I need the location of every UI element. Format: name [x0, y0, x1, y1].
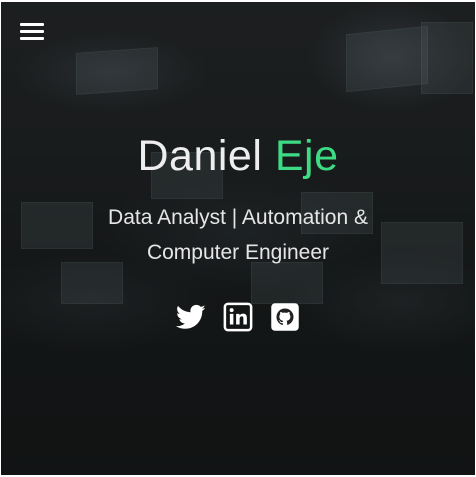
page-title: Daniel Eje	[1, 130, 475, 182]
linkedin-link[interactable]	[223, 302, 253, 332]
first-name: Daniel	[137, 132, 263, 180]
linkedin-icon	[223, 302, 253, 332]
twitter-link[interactable]	[176, 302, 206, 332]
hamburger-menu-icon[interactable]	[20, 21, 45, 41]
last-name: Eje	[274, 132, 339, 180]
github-link[interactable]	[270, 302, 300, 332]
github-icon	[271, 303, 299, 331]
social-links	[1, 302, 475, 332]
hero-section: Daniel Eje Data Analyst | Automation & C…	[1, 2, 475, 475]
twitter-icon	[176, 304, 206, 329]
tagline: Data Analyst | Automation & Computer Eng…	[108, 206, 368, 264]
hero-content: Daniel Eje Data Analyst | Automation & C…	[1, 130, 475, 332]
